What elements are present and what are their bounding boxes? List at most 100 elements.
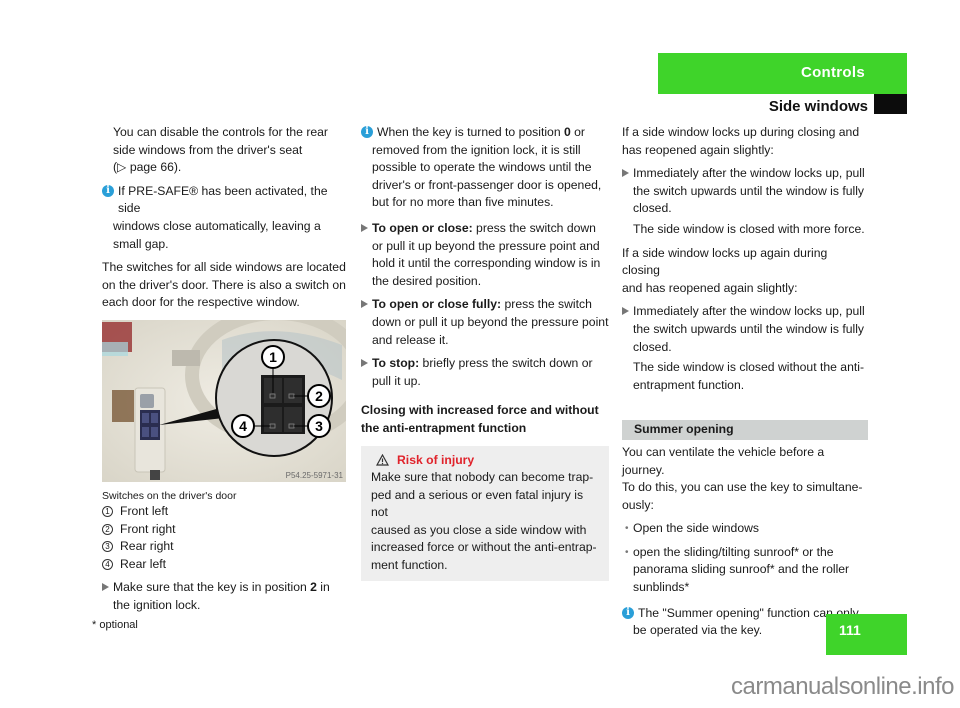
info-icon: i xyxy=(361,126,373,138)
legend-number: 2 xyxy=(102,523,113,535)
text-line: the switch upwards until the window is f… xyxy=(633,183,864,198)
text-line: each door for the respective window. xyxy=(102,295,300,310)
page-number-box: 111 xyxy=(826,614,907,655)
text-line: entrapment function. xyxy=(633,377,745,392)
key-position-value: 2 xyxy=(310,580,317,595)
footnote-optional: * optional xyxy=(92,619,138,631)
text-line: The switches for all side windows are lo… xyxy=(102,260,346,275)
text-line: Immediately after the window locks up, p… xyxy=(633,304,865,319)
text-span: press the switch xyxy=(501,297,592,312)
info-key-position: i When the key is turned to position 0 o… xyxy=(361,124,609,212)
legend-label: Rear left xyxy=(120,556,167,571)
section-title: Side windows xyxy=(768,98,868,115)
text-span: briefly press the switch down or xyxy=(419,356,593,371)
text-span: When the key is turned to position xyxy=(377,125,564,139)
text-line: panorama sliding sunroof* and the roller xyxy=(633,562,850,577)
text-line: Open the side windows xyxy=(633,521,760,536)
text-line: ped and a serious or even fatal injury i… xyxy=(371,487,584,520)
text-line: hold it until the corresponding window i… xyxy=(372,256,601,271)
key-position-value: 0 xyxy=(563,125,571,139)
legend-label: Front left xyxy=(120,503,169,518)
callout-2-label: 2 xyxy=(315,388,323,404)
step-arrow-icon xyxy=(361,300,368,309)
text-line: increased force or without the anti-entr… xyxy=(371,540,597,555)
text-line: open the sliding/tilting sunroof* or the xyxy=(633,544,834,559)
text-span: press the switch down xyxy=(472,220,596,235)
chapter-title: Controls xyxy=(800,64,865,81)
text-line: and release it. xyxy=(372,332,449,347)
step-label: To open or close fully: xyxy=(372,297,502,312)
step-label: To open or close: xyxy=(372,220,473,235)
legend-label: Rear right xyxy=(120,539,174,554)
step-key-position: Make sure that the key is in position 2 … xyxy=(102,579,350,614)
summer-opening-heading: Summer opening xyxy=(622,420,868,440)
chapter-header: Controls xyxy=(658,53,907,94)
bullet-dot-icon: • xyxy=(625,546,629,558)
figure-caption: Switches on the driver's door xyxy=(102,489,237,502)
info-icon: i xyxy=(102,184,114,197)
text-line: closed. xyxy=(633,201,672,216)
text-line: To do this, you can use the key to simul… xyxy=(622,480,863,495)
legend-item: 4 Rear left xyxy=(102,556,350,574)
legend-number: 3 xyxy=(102,541,113,553)
legend-item: 1 Front left xyxy=(102,503,350,521)
column-3: If a side window locks up during closing… xyxy=(622,124,868,640)
text-line: has reopened again slightly: xyxy=(622,142,774,157)
text-line: You can disable the controls for the rea… xyxy=(113,125,328,139)
text-line: sunblinds* xyxy=(633,580,690,595)
callout-1-label: 1 xyxy=(269,349,277,365)
page-reference-link[interactable]: (▷ page 66). xyxy=(113,159,350,177)
summer-opening-intro: You can ventilate the vehicle before a j… xyxy=(622,444,868,514)
column-1: You can disable the controls for the rea… xyxy=(102,124,350,615)
warning-title-text: Risk of injury xyxy=(397,452,475,467)
text-line: small gap. xyxy=(113,236,169,251)
legend-number: 1 xyxy=(102,505,113,517)
warning-triangle-icon xyxy=(376,454,389,466)
text-line: driver's or front-passenger door is open… xyxy=(372,177,602,192)
rear-controls-note: You can disable the controls for the rea… xyxy=(102,124,350,177)
step-arrow-icon xyxy=(102,583,109,592)
text-line: the switch upwards until the window is f… xyxy=(633,321,864,336)
bullet-dot-icon: • xyxy=(625,523,629,535)
switches-description: The switches for all side windows are lo… xyxy=(102,259,350,312)
legend-item: 2 Front right xyxy=(102,521,350,539)
text-line: the ignition lock. xyxy=(113,597,201,612)
summer-bullet: • open the sliding/tilting sunroof* or t… xyxy=(622,544,868,597)
summer-bullet: • Open the side windows xyxy=(622,520,868,538)
text-line: closed. xyxy=(633,339,672,354)
watermark: carmanualsonline.info xyxy=(731,673,954,700)
switch-legend: 1 Front left 2 Front right 3 Rear right 4 Re… xyxy=(102,503,350,573)
text-line: ment function. xyxy=(371,558,448,573)
text-line: The side window is closed without the an… xyxy=(633,360,865,375)
text-line: pull it up. xyxy=(372,373,421,388)
step-arrow-icon xyxy=(361,359,368,368)
step-arrow-icon xyxy=(361,223,368,232)
text-line: removed from the ignition lock, it is st… xyxy=(372,142,581,157)
text-span: or xyxy=(570,125,585,139)
info-icon: i xyxy=(622,606,634,619)
lockup-condition-2: If a side window locks up again during c… xyxy=(622,245,868,298)
text-line: but for no more than five minutes. xyxy=(372,195,554,210)
column-2: i When the key is turned to position 0 o… xyxy=(361,124,609,581)
thumb-tab xyxy=(874,94,907,114)
text-line: the desired position. xyxy=(372,273,482,288)
step-open-close-fully: To open or close fully: press the switch… xyxy=(361,296,609,349)
text-line: the anti-entrapment function xyxy=(361,420,527,435)
text-line: and has reopened again slightly: xyxy=(622,280,798,295)
page-number: 111 xyxy=(839,622,861,638)
text-line: possible to operate the windows until th… xyxy=(372,160,592,175)
text-line: windows close automatically, leaving a xyxy=(113,218,321,233)
text-line: or pull it up beyond the pressure point … xyxy=(372,238,600,253)
step-label: To stop: xyxy=(372,356,420,371)
text-span: Make sure that the key is in position xyxy=(113,580,311,595)
callout-4-label: 4 xyxy=(239,418,247,434)
text-line: Closing with increased force and without xyxy=(361,403,599,418)
callout-3-label: 3 xyxy=(315,418,323,434)
legend-label: Front right xyxy=(120,521,176,536)
step-lockup-2: Immediately after the window locks up, p… xyxy=(622,303,868,394)
text-line: caused as you close a side window with xyxy=(371,522,587,537)
subheading-increased-force: Closing with increased force and without… xyxy=(361,402,609,437)
text-line: ously: xyxy=(622,497,654,512)
text-line: Immediately after the window locks up, p… xyxy=(633,166,865,181)
step-open-close: To open or close: press the switch down … xyxy=(361,220,609,290)
